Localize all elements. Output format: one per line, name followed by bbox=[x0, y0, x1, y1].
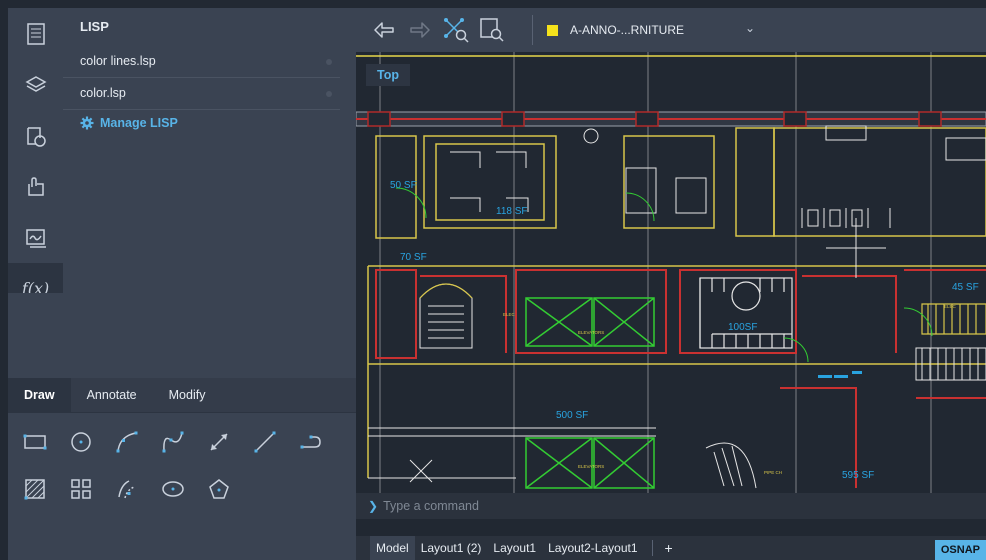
redo-icon bbox=[410, 22, 430, 38]
zoom-window-icon bbox=[480, 18, 504, 42]
array-tool[interactable] bbox=[58, 469, 104, 509]
lisp-file-item[interactable]: color.lsp bbox=[63, 78, 340, 110]
area-label: 50 SF bbox=[390, 180, 417, 191]
tab-layout1[interactable]: Layout1 bbox=[487, 536, 542, 560]
xrefs-button[interactable] bbox=[8, 161, 63, 212]
floor-plan-drawing: 50 SF 118 SF 70 SF 100SF 45 SF 500 SF 59… bbox=[356, 8, 986, 493]
blocks-button[interactable] bbox=[8, 110, 63, 161]
polyline-tool[interactable] bbox=[288, 422, 334, 462]
lisp-panel: LISP color lines.lsp color.lsp Manage LI… bbox=[63, 8, 356, 378]
canvas-toolbar: A-ANNO-...RNITURE ⌄ bbox=[356, 8, 986, 52]
properties-button[interactable] bbox=[8, 8, 63, 59]
blocks-icon bbox=[26, 126, 46, 147]
zoom-extents-icon bbox=[444, 18, 469, 43]
layout-tab-bar: Model Layout1 (2) Layout1 Layout2-Layout… bbox=[356, 536, 986, 560]
circle-tool[interactable] bbox=[58, 422, 104, 462]
xrefs-icon bbox=[27, 176, 44, 196]
layer-name: A-ANNO-...RNITURE bbox=[570, 23, 684, 37]
room-tag: ELEC bbox=[944, 304, 957, 309]
polyline-icon bbox=[300, 435, 321, 449]
line-tool[interactable] bbox=[242, 422, 288, 462]
lisp-file-item[interactable]: color lines.lsp bbox=[63, 46, 340, 78]
rail-empty-area bbox=[8, 293, 63, 378]
area-label: 118 SF bbox=[496, 206, 528, 217]
draw-tools-row bbox=[12, 422, 334, 462]
room-tag: ELEVATORS bbox=[578, 330, 604, 335]
manage-lisp-label: Manage LISP bbox=[100, 116, 178, 130]
area-label: 100SF bbox=[728, 322, 757, 333]
properties-icon bbox=[26, 22, 45, 45]
rectangle-icon bbox=[23, 434, 47, 450]
tab-modify[interactable]: Modify bbox=[153, 378, 222, 412]
spline-icon bbox=[162, 431, 184, 453]
spline-tool[interactable] bbox=[150, 422, 196, 462]
ellipse-tool[interactable] bbox=[150, 469, 196, 509]
rectangle-tool[interactable] bbox=[12, 422, 58, 462]
tool-rail: f(x) bbox=[8, 8, 63, 314]
dimension-icon bbox=[210, 433, 228, 451]
tab-layout1-2[interactable]: Layout1 (2) bbox=[415, 536, 488, 560]
area-label: 500 SF bbox=[556, 410, 588, 421]
tool-tabs: Draw Annotate Modify bbox=[8, 378, 356, 413]
command-input[interactable]: Type a command bbox=[383, 499, 479, 513]
file-status-dot bbox=[326, 91, 332, 97]
manage-lisp-button[interactable]: Manage LISP bbox=[63, 110, 356, 136]
draw-tools-row bbox=[12, 469, 242, 509]
circle-icon bbox=[71, 432, 91, 452]
line-icon bbox=[254, 431, 276, 453]
room-tag: ELEC bbox=[503, 312, 516, 317]
room-tag: PIPE CH bbox=[764, 470, 782, 475]
polygon-tool[interactable] bbox=[196, 469, 242, 509]
add-layout-button[interactable]: + bbox=[665, 540, 673, 556]
array-icon bbox=[71, 479, 91, 499]
tab-annotate[interactable]: Annotate bbox=[71, 378, 153, 412]
layer-color-swatch bbox=[547, 24, 558, 36]
layers-button[interactable] bbox=[8, 59, 63, 110]
lisp-panel-title: LISP bbox=[63, 8, 356, 46]
offset-icon bbox=[118, 480, 135, 499]
zoom-window-button[interactable] bbox=[474, 12, 510, 48]
images-icon bbox=[25, 228, 46, 248]
drawing-canvas[interactable]: 50 SF 118 SF 70 SF 100SF 45 SF 500 SF 59… bbox=[356, 8, 986, 536]
gear-icon bbox=[80, 116, 94, 130]
osnap-toggle[interactable]: OSNAP bbox=[934, 540, 986, 560]
layer-dropdown[interactable]: A-ANNO-...RNITURE ⌄ bbox=[532, 15, 769, 45]
tab-model[interactable]: Model bbox=[370, 536, 415, 560]
dimension-tool[interactable] bbox=[196, 422, 242, 462]
ellipse-icon bbox=[162, 481, 184, 497]
chevron-down-icon: ⌄ bbox=[744, 21, 755, 35]
lisp-file-label: color.lsp bbox=[80, 86, 126, 100]
layers-icon bbox=[24, 75, 47, 92]
arc-tool[interactable] bbox=[104, 422, 150, 462]
undo-button[interactable] bbox=[366, 12, 402, 48]
area-label: 595 SF bbox=[842, 470, 874, 481]
arc-icon bbox=[116, 431, 138, 453]
undo-icon bbox=[374, 22, 394, 38]
tab-layout2-layout1[interactable]: Layout2-Layout1 bbox=[542, 536, 643, 560]
area-label: 70 SF bbox=[400, 252, 427, 263]
redo-button[interactable] bbox=[402, 12, 438, 48]
view-cube-label[interactable]: Top bbox=[366, 64, 410, 86]
hatch-icon bbox=[24, 479, 45, 500]
room-tag: ELEVATORS bbox=[578, 464, 604, 469]
tool-palette: Draw Annotate Modify bbox=[8, 378, 356, 560]
hatch-tool[interactable] bbox=[12, 469, 58, 509]
area-label: 45 SF bbox=[952, 282, 979, 293]
command-line[interactable]: ❯ Type a command bbox=[356, 493, 986, 519]
offset-tool[interactable] bbox=[104, 469, 150, 509]
lisp-file-label: color lines.lsp bbox=[80, 54, 156, 68]
command-prompt-icon: ❯ bbox=[368, 499, 379, 513]
polygon-icon bbox=[209, 479, 229, 499]
tab-draw[interactable]: Draw bbox=[8, 378, 71, 412]
file-status-dot bbox=[326, 59, 332, 65]
zoom-extents-button[interactable] bbox=[438, 12, 474, 48]
divider bbox=[651, 540, 653, 556]
images-button[interactable] bbox=[8, 212, 63, 263]
